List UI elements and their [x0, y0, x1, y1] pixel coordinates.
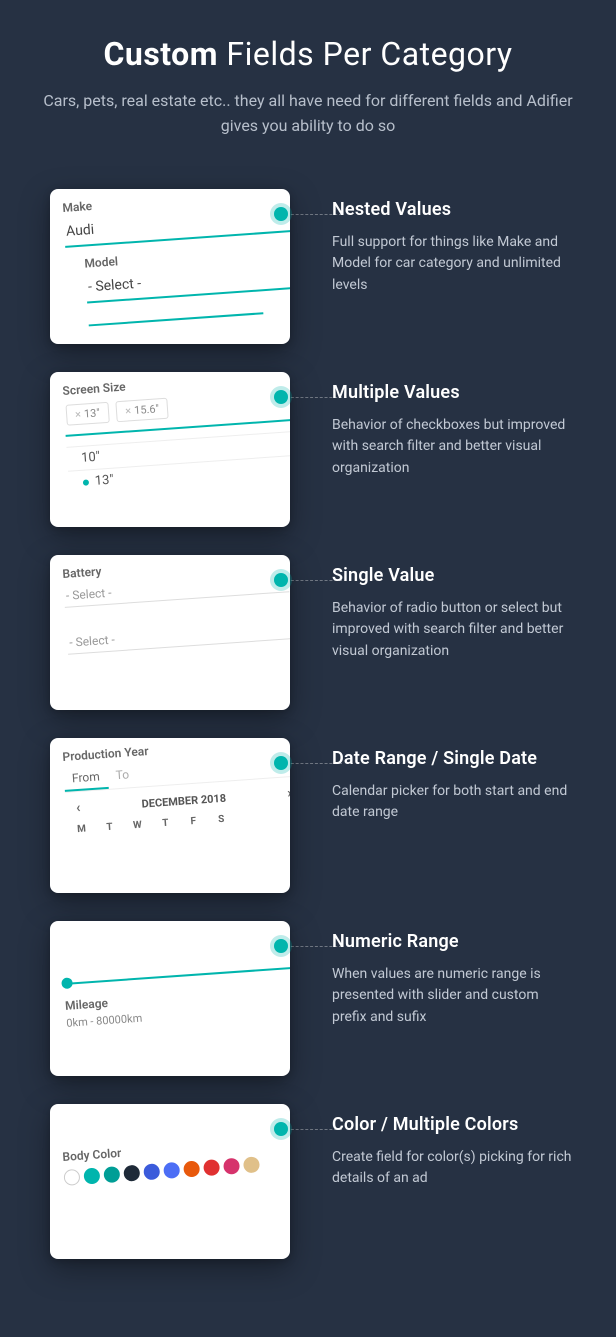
page-subtitle: Cars, pets, real estate etc.. they all h…	[40, 89, 576, 139]
feature-row-single: Battery - Select - - Select - Single Val…	[50, 555, 576, 710]
feature-title: Color / Multiple Colors	[332, 1114, 576, 1135]
chip[interactable]: ×13"	[65, 401, 109, 425]
preview-card-single: Battery - Select - - Select -	[50, 555, 290, 710]
color-swatch[interactable]	[143, 1163, 160, 1180]
preview-card-nested: Make Audi⌄ Model - Select -	[50, 189, 290, 344]
title-bold: Custom	[103, 35, 218, 73]
color-swatch[interactable]	[63, 1168, 80, 1185]
connector-line	[286, 763, 342, 764]
calendar-month: DECEMBER 2018	[141, 791, 226, 810]
page-heading: Custom Fields Per Category Cars, pets, r…	[40, 35, 576, 139]
bullet-icon	[83, 479, 89, 485]
color-swatch[interactable]	[103, 1166, 120, 1183]
close-icon[interactable]: ×	[75, 407, 82, 420]
connector-dot-icon	[274, 756, 288, 770]
color-swatch[interactable]	[83, 1167, 100, 1184]
slider-handle-max[interactable]	[289, 961, 290, 973]
slider-handle-min[interactable]	[61, 977, 73, 989]
color-swatch[interactable]	[163, 1161, 180, 1178]
feature-title: Numeric Range	[332, 931, 576, 952]
slider-track	[64, 966, 290, 984]
feature-row-numeric: Mileage 0km - 80000km Numeric Range When…	[50, 921, 576, 1076]
color-swatch[interactable]	[243, 1156, 260, 1173]
tab-to[interactable]: To	[107, 762, 138, 788]
feature-title: Nested Values	[332, 199, 576, 220]
nested-select[interactable]	[88, 301, 263, 326]
color-swatch[interactable]	[223, 1157, 240, 1174]
feature-desc: Calendar picker for both start and end d…	[332, 781, 576, 824]
preview-card-numeric: Mileage 0km - 80000km	[50, 921, 290, 1076]
color-swatch[interactable]	[203, 1159, 220, 1176]
feature-row-color: Body Color Color / Multiple Colors Creat…	[50, 1104, 576, 1259]
feature-title: Single Value	[332, 565, 576, 586]
preview-card-multiple: Screen Size ×13" ×15.6" 10" 13"	[50, 372, 290, 527]
connector-line	[286, 214, 342, 215]
page-title: Custom Fields Per Category	[40, 35, 576, 73]
feature-row-date: Production Year From To ‹ DECEMBER 2018 …	[50, 738, 576, 893]
color-swatch[interactable]	[183, 1160, 200, 1177]
feature-title: Multiple Values	[332, 382, 576, 403]
connector-dot-icon	[274, 939, 288, 953]
tab-from[interactable]: From	[63, 764, 108, 791]
preview-card-date: Production Year From To ‹ DECEMBER 2018 …	[50, 738, 290, 893]
feature-row-nested: Make Audi⌄ Model - Select - Nested Value…	[50, 189, 576, 344]
feature-desc: Create field for color(s) picking for ri…	[332, 1147, 576, 1190]
feature-desc: Full support for things like Make and Mo…	[332, 232, 576, 297]
next-month-icon[interactable]: ›	[277, 784, 290, 802]
connector-line	[286, 397, 342, 398]
feature-title: Date Range / Single Date	[332, 748, 576, 769]
color-swatch[interactable]	[123, 1164, 140, 1181]
title-rest: Fields Per Category	[218, 35, 513, 73]
close-icon[interactable]: ×	[125, 404, 132, 417]
feature-desc: When values are numeric range is present…	[332, 964, 576, 1029]
preview-card-color: Body Color	[50, 1104, 290, 1259]
connector-line	[286, 580, 342, 581]
connector-line	[286, 946, 342, 947]
chip[interactable]: ×15.6"	[116, 397, 169, 422]
connector-dot-icon	[274, 573, 288, 587]
connector-dot-icon	[274, 1122, 288, 1136]
feature-desc: Behavior of radio button or select but i…	[332, 598, 576, 663]
prev-month-icon[interactable]: ‹	[66, 799, 91, 817]
connector-dot-icon	[274, 390, 288, 404]
connector-line	[286, 1129, 342, 1130]
feature-row-multiple: Screen Size ×13" ×15.6" 10" 13" Multiple…	[50, 372, 576, 527]
feature-desc: Behavior of checkboxes but improved with…	[332, 415, 576, 480]
connector-dot-icon	[274, 207, 288, 221]
